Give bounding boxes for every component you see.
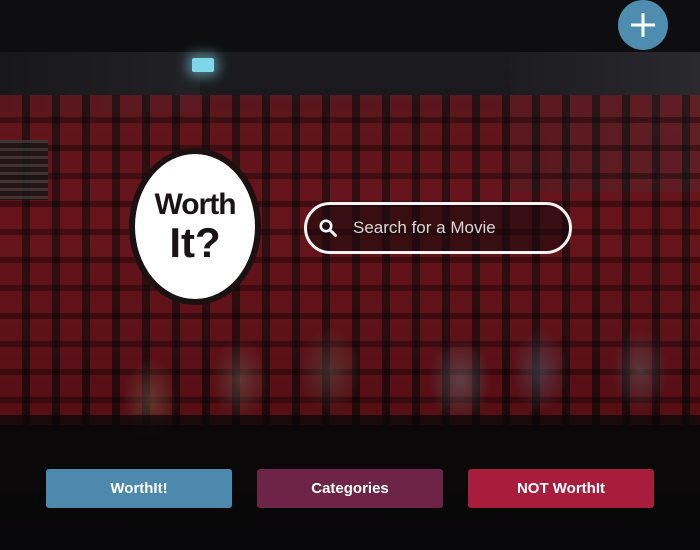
ceiling	[0, 0, 700, 52]
search-input[interactable]	[351, 217, 576, 239]
worthit-button[interactable]: WorthIt!	[46, 469, 232, 508]
categories-button[interactable]: Categories	[257, 469, 443, 508]
plus-icon	[631, 13, 655, 37]
logo-line-2: It?	[169, 218, 221, 266]
worthit-logo: Worth It?	[129, 148, 261, 305]
logo-line-1: Worth	[154, 187, 236, 221]
projector-light	[192, 58, 214, 72]
stairs	[0, 140, 48, 200]
add-button[interactable]	[618, 0, 668, 50]
not-worthit-button[interactable]: NOT WorthIt	[468, 469, 654, 508]
cinema-background-image	[0, 0, 700, 550]
search-bar[interactable]	[304, 202, 576, 254]
search-icon[interactable]	[319, 213, 337, 243]
